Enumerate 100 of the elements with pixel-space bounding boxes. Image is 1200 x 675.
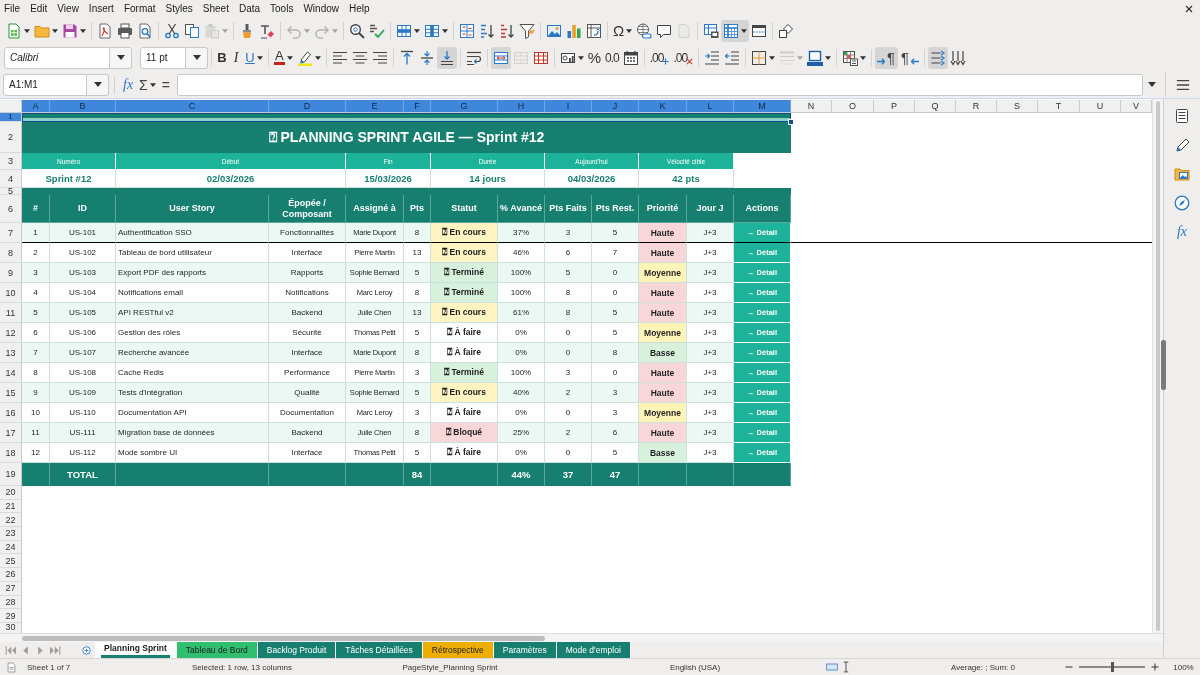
column-header[interactable]: N xyxy=(791,100,832,113)
row-header[interactable]: 19 xyxy=(0,463,22,486)
sheet-tab[interactable]: Planning Sprint xyxy=(95,642,177,658)
menu-item[interactable]: File xyxy=(0,1,26,17)
row-header[interactable]: 22 xyxy=(0,513,22,528)
underline-button[interactable]: U xyxy=(243,46,265,69)
row-header[interactable]: 18 xyxy=(0,443,22,463)
number-button[interactable]: 0.0 xyxy=(603,46,621,69)
column-header[interactable]: I xyxy=(545,100,592,113)
column-header[interactable]: J xyxy=(592,100,639,113)
row-header[interactable]: 23 xyxy=(0,527,22,541)
percent-button[interactable]: % xyxy=(585,46,603,69)
merge-center-button[interactable] xyxy=(490,46,511,69)
font-color-button[interactable]: A xyxy=(272,46,295,69)
scrollbar-thumb[interactable] xyxy=(22,635,545,641)
column-header[interactable]: L xyxy=(687,100,734,113)
font-size-field[interactable]: 11 pt xyxy=(140,46,186,69)
dropdown-button[interactable] xyxy=(110,46,132,69)
column-header[interactable]: R xyxy=(956,100,997,113)
align-bottom-button[interactable] xyxy=(436,46,457,69)
italic-button[interactable]: I xyxy=(229,46,243,69)
row-header[interactable]: 8 xyxy=(0,243,22,263)
row-header[interactable]: 7 xyxy=(0,223,22,243)
font-name-field[interactable]: Calibri xyxy=(4,46,110,69)
column-header[interactable]: S xyxy=(997,100,1038,113)
column-header[interactable]: O xyxy=(832,100,874,113)
row-header[interactable]: 20 xyxy=(0,486,22,500)
column-header[interactable]: Q xyxy=(915,100,956,113)
column-header[interactable]: E xyxy=(346,100,404,113)
row-header[interactable]: 3 xyxy=(0,153,22,170)
zoom-slider-thumb[interactable] xyxy=(1111,662,1114,672)
column-header[interactable]: G xyxy=(431,100,498,113)
column-header[interactable]: C xyxy=(116,100,269,113)
right-to-left-button[interactable]: ¶ xyxy=(898,46,922,69)
row-header[interactable]: 17 xyxy=(0,423,22,443)
menu-item[interactable]: Tools xyxy=(265,1,299,17)
column-header[interactable]: D xyxy=(269,100,346,113)
menu-item[interactable]: Format xyxy=(118,1,161,17)
vertical-scrollbar[interactable] xyxy=(1152,99,1163,633)
add-decimal-button[interactable]: .00 xyxy=(647,46,672,69)
row-header[interactable]: 14 xyxy=(0,363,22,383)
sheet-tab[interactable]: Tableau de Bord xyxy=(176,642,258,658)
formula-input-field[interactable] xyxy=(176,73,1143,96)
row-header[interactable]: 6 xyxy=(0,195,22,223)
text-horizontal-button[interactable] xyxy=(928,46,949,69)
delete-decimal-button[interactable]: .00 xyxy=(671,46,696,69)
row-header[interactable]: 2 xyxy=(0,122,22,153)
sheet-tab[interactable]: Paramètres xyxy=(493,642,557,658)
menu-item[interactable]: Sheet xyxy=(197,1,234,17)
row-header[interactable]: 15 xyxy=(0,383,22,403)
column-header[interactable]: H xyxy=(498,100,545,113)
menu-item[interactable]: Data xyxy=(233,1,266,17)
gallery-button[interactable] xyxy=(1172,165,1192,183)
column-header[interactable]: A xyxy=(22,100,50,113)
menu-item[interactable]: Insert xyxy=(83,1,119,17)
column-header[interactable]: M xyxy=(734,100,791,113)
horizontal-scrollbar[interactable] xyxy=(0,633,1163,642)
dropdown-button[interactable] xyxy=(186,46,208,69)
left-to-right-button[interactable]: ¶ xyxy=(875,46,899,69)
row-header[interactable]: 10 xyxy=(0,283,22,303)
zoom-in-button[interactable] xyxy=(1151,663,1159,671)
menu-item[interactable]: View xyxy=(52,1,84,17)
freeze-button[interactable] xyxy=(721,20,750,42)
sheet-tab[interactable]: Mode d'emploi xyxy=(556,642,631,658)
dropdown-button[interactable] xyxy=(87,73,109,96)
scrollbar-thumb[interactable] xyxy=(1156,101,1160,631)
column-header[interactable]: U xyxy=(1080,100,1121,113)
hyperlink-button[interactable] xyxy=(634,20,655,42)
row-header[interactable]: 13 xyxy=(0,343,22,363)
column-header[interactable]: P xyxy=(874,100,915,113)
fill-handle[interactable] xyxy=(788,119,794,125)
row-header[interactable]: 16 xyxy=(0,403,22,423)
sheet-tab[interactable]: Tâches Détaillées xyxy=(336,642,423,658)
row-header[interactable]: 25 xyxy=(0,554,22,569)
menu-item[interactable]: Window xyxy=(298,1,344,17)
sheet-tab[interactable]: Rétrospective xyxy=(422,642,494,658)
functions-button[interactable]: fx xyxy=(1172,223,1192,241)
column-header[interactable]: F xyxy=(404,100,431,113)
column-header[interactable]: V xyxy=(1121,100,1152,113)
column-header[interactable]: T xyxy=(1038,100,1080,113)
row-header[interactable]: 4 xyxy=(0,170,22,188)
row-header[interactable]: 26 xyxy=(0,568,22,582)
row-header[interactable]: 11 xyxy=(0,303,22,323)
column-header[interactable]: B xyxy=(50,100,116,113)
column-header[interactable]: K xyxy=(639,100,687,113)
zoom-out-button[interactable] xyxy=(1065,665,1073,669)
row-header[interactable]: 12 xyxy=(0,323,22,343)
navigator-button[interactable] xyxy=(1172,194,1192,212)
function-wizard-button[interactable]: fx xyxy=(120,73,137,96)
row-header[interactable]: 9 xyxy=(0,263,22,283)
row-header[interactable]: 29 xyxy=(0,609,22,623)
special-character-button[interactable]: Ω xyxy=(611,20,635,42)
sum-button[interactable]: Σ xyxy=(136,73,159,96)
sidebar-handle[interactable] xyxy=(1161,340,1166,390)
row-header[interactable]: 1 xyxy=(0,113,22,122)
formula-button[interactable]: = xyxy=(158,73,173,96)
sheet-tab[interactable]: Backlog Produit xyxy=(257,642,337,658)
print-button[interactable] xyxy=(115,20,135,42)
menu-item[interactable]: Help xyxy=(344,1,375,17)
menu-item[interactable]: Edit xyxy=(25,1,53,17)
